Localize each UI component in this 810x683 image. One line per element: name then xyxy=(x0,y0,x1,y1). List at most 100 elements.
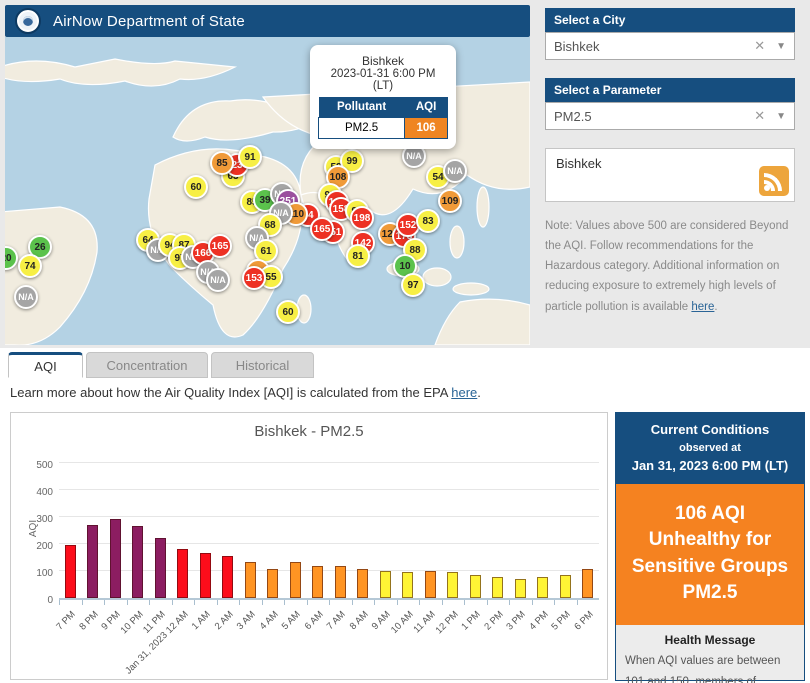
aqi-marker-91[interactable]: 91 xyxy=(238,145,262,169)
aqi-marker-85[interactable]: 85 xyxy=(210,151,234,175)
chart-bar xyxy=(200,553,211,598)
chart-bar xyxy=(425,571,436,598)
chart-x-tick xyxy=(554,600,555,605)
rss-feed-icon[interactable] xyxy=(759,166,789,196)
health-message-text: When AQI values are between 101 and 150,… xyxy=(625,651,795,683)
conditions-aqi-category: Unhealthy for Sensitive Groups xyxy=(622,527,798,580)
aqi-marker-na[interactable]: N/A xyxy=(206,268,230,292)
aqi-marker-83[interactable]: 83 xyxy=(416,209,440,233)
aqi-marker-na[interactable]: N/A xyxy=(443,159,467,183)
parameter-dropdown-caret-icon[interactable]: ▼ xyxy=(772,111,786,122)
learn-more-here-link[interactable]: here xyxy=(451,385,477,400)
city-select-value: Bishkek xyxy=(554,39,747,54)
chart-bar xyxy=(582,569,593,598)
chart-x-tick xyxy=(307,600,308,605)
current-conditions-panel: Current Conditions observed at Jan 31, 2… xyxy=(615,412,805,681)
chart-bar xyxy=(357,569,368,598)
popup-pollutant-value: PM2.5 xyxy=(319,118,405,139)
note-here-link[interactable]: here xyxy=(691,301,714,313)
chart-bar xyxy=(402,572,413,598)
chart-x-tick xyxy=(509,600,510,605)
tab-historical[interactable]: Historical xyxy=(211,352,314,378)
chart-gridline xyxy=(59,489,599,490)
city-dropdown-caret-icon[interactable]: ▼ xyxy=(772,41,786,52)
chart-x-tick xyxy=(172,600,173,605)
app-title: AirNow Department of State xyxy=(53,13,245,30)
world-aqi-map[interactable]: 202674N/A60632385918539N/A25154110N/A589… xyxy=(5,37,530,345)
conditions-pollutant: PM2.5 xyxy=(622,580,798,607)
chart-x-tick xyxy=(442,600,443,605)
chart-x-tick xyxy=(487,600,488,605)
chart-x-tick xyxy=(284,600,285,605)
learn-more-text: Learn more about how the Air Quality Ind… xyxy=(10,385,481,400)
chart-bar xyxy=(110,519,121,598)
chart-x-tick xyxy=(262,600,263,605)
parameter-select[interactable]: PM2.5 ✕ ▼ xyxy=(545,102,795,130)
chart-x-tick xyxy=(419,600,420,605)
chart-plot-area: 7 PM8 PM9 PM10 PM11 PMJan 31, 2023 12 AM… xyxy=(59,465,599,600)
chart-y-tick-label: 0 xyxy=(17,595,53,606)
chart-y-tick-label: 100 xyxy=(17,568,53,579)
aqi-marker-60[interactable]: 60 xyxy=(184,175,208,199)
top-section: AirNow Department of State xyxy=(0,0,810,348)
popup-city: Bishkek xyxy=(318,54,448,68)
aqi-bar-chart: Bishkek - PM2.5 AQI 0100200300400500 7 P… xyxy=(10,412,608,680)
chart-title: Bishkek - PM2.5 xyxy=(11,423,607,440)
aqi-marker-na[interactable]: N/A xyxy=(14,285,38,309)
chart-bar xyxy=(132,526,143,598)
popup-col-aqi: AQI xyxy=(405,97,448,118)
aqi-marker-165[interactable]: 165 xyxy=(310,217,334,241)
note-text: Note: Values above 500 are considered Be… xyxy=(545,220,788,313)
popup-col-pollutant: Pollutant xyxy=(319,97,405,118)
chart-x-tick xyxy=(374,600,375,605)
parameter-select-value: PM2.5 xyxy=(554,109,747,124)
health-message-title: Health Message xyxy=(625,633,795,647)
chart-x-tick xyxy=(217,600,218,605)
chart-bar xyxy=(290,562,301,598)
chart-y-tick-label: 300 xyxy=(17,514,53,525)
health-message-block: Health Message When AQI values are betwe… xyxy=(616,625,804,683)
conditions-observed-at: observed at xyxy=(620,440,800,457)
city-select[interactable]: Bishkek ✕ ▼ xyxy=(545,32,795,60)
map-popup: Bishkek 2023-01-31 6:00 PM (LT) Pollutan… xyxy=(310,45,456,149)
chart-bar xyxy=(312,566,323,598)
chart-x-tick xyxy=(82,600,83,605)
tab-aqi[interactable]: AQI xyxy=(8,352,83,378)
aqi-marker-165[interactable]: 165 xyxy=(208,234,232,258)
chart-bar xyxy=(470,575,481,598)
aqi-marker-198[interactable]: 198 xyxy=(350,206,374,230)
aqi-marker-109[interactable]: 109 xyxy=(438,189,462,213)
clear-city-icon[interactable]: ✕ xyxy=(747,38,772,54)
aqi-marker-97[interactable]: 97 xyxy=(401,273,425,297)
chart-x-tick xyxy=(104,600,105,605)
sidebar: Select a City Bishkek ✕ ▼ Select a Param… xyxy=(545,8,795,317)
aqi-marker-60[interactable]: 60 xyxy=(276,300,300,324)
select-parameter-header: Select a Parameter xyxy=(545,78,795,102)
chart-x-tick xyxy=(59,600,60,605)
popup-timezone: (LT) xyxy=(318,80,448,92)
chart-x-tick xyxy=(127,600,128,605)
aqi-marker-74[interactable]: 74 xyxy=(18,254,42,278)
chart-x-tick xyxy=(149,600,150,605)
aqi-marker-153[interactable]: 153 xyxy=(242,266,266,290)
chart-y-tick-label: 400 xyxy=(17,487,53,498)
conditions-title: Current Conditions xyxy=(620,420,800,440)
aqi-marker-81[interactable]: 81 xyxy=(346,244,370,268)
chart-x-tick xyxy=(397,600,398,605)
chart-bar xyxy=(380,571,391,598)
feed-city-label: Bishkek xyxy=(556,156,602,171)
chart-bar xyxy=(155,538,166,598)
app-header: AirNow Department of State xyxy=(5,5,530,37)
chart-bar xyxy=(267,569,278,598)
chart-x-tick xyxy=(577,600,578,605)
tab-concentration[interactable]: Concentration xyxy=(86,352,208,378)
popup-datetime: 2023-01-31 6:00 PM xyxy=(318,68,448,80)
conditions-header: Current Conditions observed at Jan 31, 2… xyxy=(616,413,804,484)
chart-y-tick-label: 200 xyxy=(17,541,53,552)
chart-bar xyxy=(492,577,503,598)
conditions-aqi-value: 106 AQI xyxy=(622,501,798,528)
bottom-section: AQI Concentration Historical Learn more … xyxy=(0,348,810,683)
learn-more-prefix: Learn more about how the Air Quality Ind… xyxy=(10,385,451,400)
chart-gridline xyxy=(59,516,599,517)
clear-parameter-icon[interactable]: ✕ xyxy=(747,108,772,124)
